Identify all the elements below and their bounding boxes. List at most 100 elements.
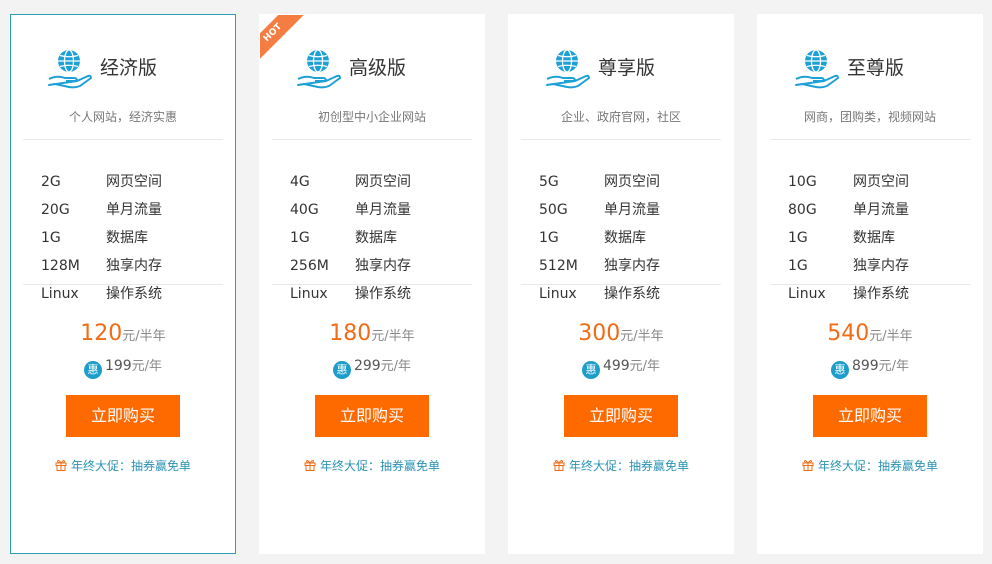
plan-name: 尊享版 (598, 57, 656, 79)
plan-subtitle: 企业、政府官网，社区 (560, 110, 681, 124)
plan-subtitle: 初创型中小企业网站 (317, 110, 426, 124)
spec-row: 10G 网页空间 (788, 168, 982, 196)
spec-label: 操作系统 (355, 286, 411, 302)
price-unit: 元/半年 (371, 329, 415, 344)
promo-price-unit: 元/年 (131, 359, 163, 374)
price-main: 300元/半年 (509, 319, 733, 349)
hui-badge-icon: 惠 (830, 361, 849, 379)
price-amount: 540 (827, 321, 870, 346)
spec-row: 5G 网页空间 (539, 168, 733, 196)
year-end-promo-link[interactable]: 年终大促：抽券赢免单 (260, 457, 484, 475)
price-amount: 300 (578, 321, 621, 346)
spec-list: 10G 网页空间 80G 单月流量 1G 数据库 1G 独享内存 Linux 操作系统 (758, 140, 982, 302)
hui-badge-icon: 惠 (83, 361, 102, 379)
plan-name: 至尊版 (847, 57, 905, 79)
spec-row: 1G 数据库 (290, 224, 484, 252)
spec-label: 网页空间 (853, 174, 909, 190)
promo-price: 惠 499元/年 (509, 355, 733, 379)
hui-badge-icon: 惠 (332, 361, 351, 379)
spec-list: 5G 网页空间 50G 单月流量 1G 数据库 512M 独享内存 Linux 操作系统 (509, 140, 733, 302)
price-unit: 元/半年 (869, 329, 913, 344)
promo-price-unit: 元/年 (380, 359, 412, 374)
spec-value: 2G (41, 174, 61, 190)
price-unit: 元/半年 (620, 329, 664, 344)
spec-value: 10G (788, 174, 817, 190)
spec-value: Linux (290, 286, 328, 302)
spec-value: 80G (788, 202, 817, 218)
spec-value: 4G (290, 174, 310, 190)
spec-label: 独享内存 (604, 258, 660, 274)
hui-badge-icon: 惠 (581, 361, 600, 379)
spec-row: 256M 独享内存 (290, 252, 484, 280)
promo-text: 年终大促：抽券赢免单 (568, 459, 689, 473)
spec-row: 1G 独享内存 (788, 252, 982, 280)
plan-name: 高级版 (349, 57, 407, 79)
spec-row: 512M 独享内存 (539, 252, 733, 280)
spec-row: 50G 单月流量 (539, 196, 733, 224)
plan-name: 经济版 (100, 57, 158, 79)
promo-price-amount: 499 (602, 358, 630, 374)
plan-card-header: 尊享版 企业、政府官网，社区 (509, 15, 733, 139)
promo-price-amount: 299 (353, 358, 381, 374)
spec-label: 数据库 (853, 230, 895, 246)
promo-price-amount: 199 (104, 358, 132, 374)
year-end-promo-link[interactable]: 年终大促：抽券赢免单 (11, 457, 235, 475)
spec-value: 5G (539, 174, 559, 190)
spec-label: 数据库 (106, 230, 148, 246)
globe-in-hand-icon (795, 49, 839, 89)
promo-text: 年终大促：抽券赢免单 (319, 459, 440, 473)
spec-label: 单月流量 (853, 202, 909, 218)
buy-now-button[interactable]: 立即购买 (564, 395, 678, 437)
plan-subtitle: 网商，团购类，视频网站 (803, 110, 936, 124)
gift-icon (55, 460, 67, 471)
spec-label: 独享内存 (355, 258, 411, 274)
spec-row: 1G 数据库 (539, 224, 733, 252)
price-amount: 120 (80, 321, 123, 346)
plan-card-advanced: HOT 高级版 初创型中小企业网站 4G 网页空间 40G 单月流量 1G 数据库 2… (259, 14, 485, 554)
plan-card-header: 高级版 初创型中小企业网站 (260, 15, 484, 139)
spec-label: 独享内存 (853, 258, 909, 274)
buy-now-button[interactable]: 立即购买 (315, 395, 429, 437)
spec-label: 网页空间 (355, 174, 411, 190)
spec-label: 操作系统 (604, 286, 660, 302)
promo-price-unit: 元/年 (629, 359, 661, 374)
spec-list: 2G 网页空间 20G 单月流量 1G 数据库 128M 独享内存 Linux 操作系统 (11, 140, 235, 302)
spec-value: 1G (539, 230, 559, 246)
spec-row: 20G 单月流量 (41, 196, 235, 224)
spec-value: Linux (788, 286, 826, 302)
spec-value: 256M (290, 258, 329, 274)
spec-label: 操作系统 (106, 286, 162, 302)
spec-row: 1G 数据库 (788, 224, 982, 252)
spec-row: 2G 网页空间 (41, 168, 235, 196)
year-end-promo-link[interactable]: 年终大促：抽券赢免单 (758, 457, 982, 475)
gift-icon (802, 460, 814, 471)
plan-card-header: 至尊版 网商，团购类，视频网站 (758, 15, 982, 139)
plan-card-economy: 经济版 个人网站，经济实惠 2G 网页空间 20G 单月流量 1G 数据库 128M 独… (10, 14, 236, 554)
price-main: 540元/半年 (758, 319, 982, 349)
spec-row: 40G 单月流量 (290, 196, 484, 224)
spec-label: 操作系统 (853, 286, 909, 302)
promo-text: 年终大促：抽券赢免单 (70, 459, 191, 473)
spec-value: 1G (788, 230, 808, 246)
spec-list: 4G 网页空间 40G 单月流量 1G 数据库 256M 独享内存 Linux 操作系统 (260, 140, 484, 302)
spec-value: 40G (290, 202, 319, 218)
buy-now-button[interactable]: 立即购买 (66, 395, 180, 437)
spec-label: 独享内存 (106, 258, 162, 274)
spec-value: 128M (41, 258, 80, 274)
year-end-promo-link[interactable]: 年终大促：抽券赢免单 (509, 457, 733, 475)
spec-value: 1G (788, 258, 808, 274)
gift-icon (553, 460, 565, 471)
spec-value: 512M (539, 258, 578, 274)
spec-row: 1G 数据库 (41, 224, 235, 252)
spec-value: Linux (41, 286, 79, 302)
plan-card-header: 经济版 个人网站，经济实惠 (11, 15, 235, 139)
spec-row: 4G 网页空间 (290, 168, 484, 196)
spec-label: 数据库 (355, 230, 397, 246)
plan-card-premium: 尊享版 企业、政府官网，社区 5G 网页空间 50G 单月流量 1G 数据库 512M… (508, 14, 734, 554)
promo-price-unit: 元/年 (878, 359, 910, 374)
spec-value: 1G (290, 230, 310, 246)
buy-now-button[interactable]: 立即购买 (813, 395, 927, 437)
plan-card-ultimate: 至尊版 网商，团购类，视频网站 10G 网页空间 80G 单月流量 1G 数据库 1G… (757, 14, 983, 554)
spec-value: Linux (539, 286, 577, 302)
spec-label: 数据库 (604, 230, 646, 246)
